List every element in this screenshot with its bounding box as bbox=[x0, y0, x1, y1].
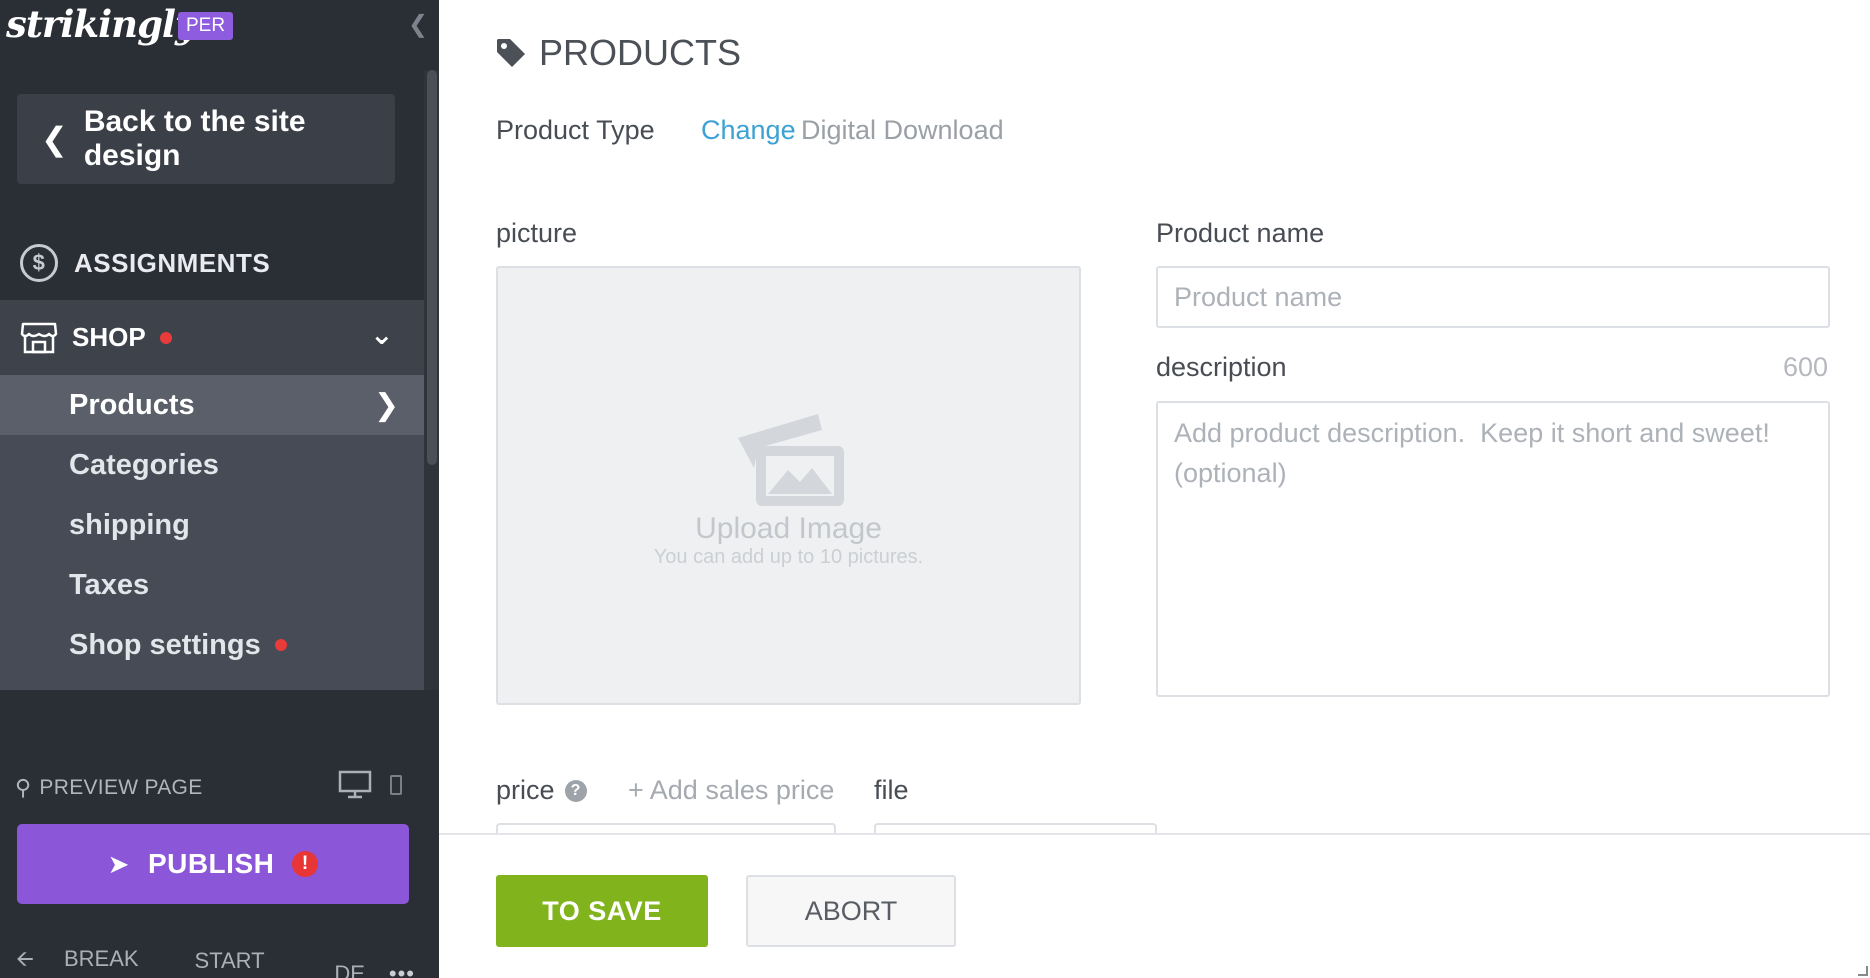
image-upload-area[interactable]: Upload Image You can add up to 10 pictur… bbox=[496, 266, 1081, 705]
sidebar-item-label: SHOP bbox=[72, 322, 146, 352]
image-upload-icon bbox=[738, 414, 844, 506]
add-sales-price-link[interactable]: + Add sales price bbox=[628, 775, 834, 806]
break-up-link[interactable]: 🡨 BREAK UP bbox=[16, 942, 171, 978]
sidebar-item-label: Categories bbox=[69, 448, 219, 481]
sidebar-item-categories[interactable]: Categories bbox=[0, 435, 424, 495]
product-name-input[interactable] bbox=[1156, 266, 1830, 328]
help-icon[interactable]: ? bbox=[564, 779, 587, 802]
store-icon bbox=[20, 322, 58, 353]
tag-icon bbox=[497, 39, 525, 67]
language-link[interactable]: DE bbox=[334, 961, 365, 978]
chevron-down-icon: ⌄ bbox=[370, 319, 394, 350]
sidebar-item-shop[interactable]: SHOP ⌄ bbox=[0, 300, 424, 375]
product-name-label: Product name bbox=[1156, 218, 1325, 248]
back-button-label: Back to the site design bbox=[83, 105, 306, 172]
price-label: price bbox=[496, 775, 555, 805]
file-input[interactable] bbox=[874, 823, 1157, 833]
sidebar-item-label: shipping bbox=[69, 508, 190, 541]
notification-dot bbox=[159, 331, 172, 344]
phone-icon[interactable] bbox=[390, 775, 402, 795]
resize-handle-icon[interactable] bbox=[1858, 966, 1868, 976]
arrow-left-icon: 🡨 bbox=[16, 946, 34, 971]
sidebar-item-shop-settings[interactable]: Shop settings bbox=[0, 615, 424, 675]
sidebar-item-label: Products bbox=[69, 388, 195, 421]
sidebar-footer: 🡨 BREAK UP START TOUR DE ••• bbox=[16, 942, 439, 978]
upload-image-title: Upload Image bbox=[695, 512, 882, 545]
sidebar-item-taxes[interactable]: Taxes bbox=[0, 555, 424, 615]
collapse-sidebar-icon[interactable]: ❮ bbox=[408, 10, 428, 39]
sidebar: strikingly PER ❮ ❮ Back to the site desi… bbox=[0, 0, 439, 978]
strikingly-logo[interactable]: strikingly bbox=[6, 2, 196, 46]
page-title: PRODUCTS bbox=[495, 32, 741, 74]
publish-label: PUBLISH bbox=[147, 848, 275, 879]
product-type-change-link[interactable]: Change bbox=[701, 115, 796, 146]
picture-label: picture bbox=[496, 218, 578, 248]
sidebar-item-label: Shop settings bbox=[69, 628, 261, 661]
back-to-site-design-button[interactable]: ❮ Back to the site design bbox=[17, 94, 395, 184]
save-button[interactable]: TO SAVE bbox=[496, 875, 708, 947]
price-label-group: price ? bbox=[496, 775, 587, 806]
start-tour-link[interactable]: START TOUR bbox=[195, 948, 311, 978]
search-icon: ⚲ bbox=[15, 775, 32, 800]
upload-image-hint: You can add up to 10 pictures. bbox=[653, 546, 924, 568]
plan-badge: PER bbox=[178, 12, 234, 40]
page-title-text: PRODUCTS bbox=[539, 32, 742, 73]
dollar-circle-icon: $ bbox=[20, 244, 58, 282]
preview-page-label: PREVIEW PAGE bbox=[39, 776, 203, 799]
file-label: file bbox=[874, 775, 909, 805]
price-input[interactable] bbox=[496, 823, 836, 833]
product-editor: PRODUCTS Product Type Change Digital Dow… bbox=[439, 0, 1870, 978]
sidebar-item-assignments[interactable]: $ ASSIGNMENTS bbox=[0, 228, 424, 298]
publish-button[interactable]: ➤ PUBLISH ! bbox=[17, 824, 409, 904]
sidebar-item-shipping[interactable]: shipping bbox=[0, 495, 424, 555]
description-char-count: 600 bbox=[1783, 352, 1829, 382]
preview-page-link[interactable]: ⚲ PREVIEW PAGE bbox=[15, 775, 203, 801]
sidebar-scrollbar-thumb[interactable] bbox=[427, 70, 437, 465]
chevron-right-icon: ❯ bbox=[374, 388, 400, 422]
product-type-label: Product Type bbox=[496, 115, 655, 145]
notification-dot bbox=[274, 639, 287, 651]
description-textarea[interactable] bbox=[1156, 401, 1830, 697]
sidebar-item-label: Taxes bbox=[69, 568, 150, 601]
break-up-label: BREAK UP bbox=[64, 946, 139, 971]
product-type-value: Digital Download bbox=[801, 115, 1004, 145]
sidebar-item-products[interactable]: Products ❯ bbox=[0, 375, 424, 435]
monitor-icon[interactable] bbox=[338, 770, 372, 800]
chevron-left-icon: ❮ bbox=[41, 121, 68, 157]
shop-submenu: Products ❯ Categories shipping Taxes Sho… bbox=[0, 375, 424, 690]
alert-icon: ! bbox=[292, 851, 319, 877]
abort-button[interactable]: ABORT bbox=[746, 875, 956, 947]
more-options-icon[interactable]: ••• bbox=[389, 961, 415, 978]
sidebar-item-label: ASSIGNMENTS bbox=[74, 247, 271, 278]
action-bar: TO SAVE ABORT bbox=[439, 833, 1870, 978]
sidebar-header: strikingly PER ❮ bbox=[0, 0, 439, 60]
description-label: description bbox=[1156, 352, 1287, 382]
rocket-icon: ➤ bbox=[107, 848, 130, 879]
